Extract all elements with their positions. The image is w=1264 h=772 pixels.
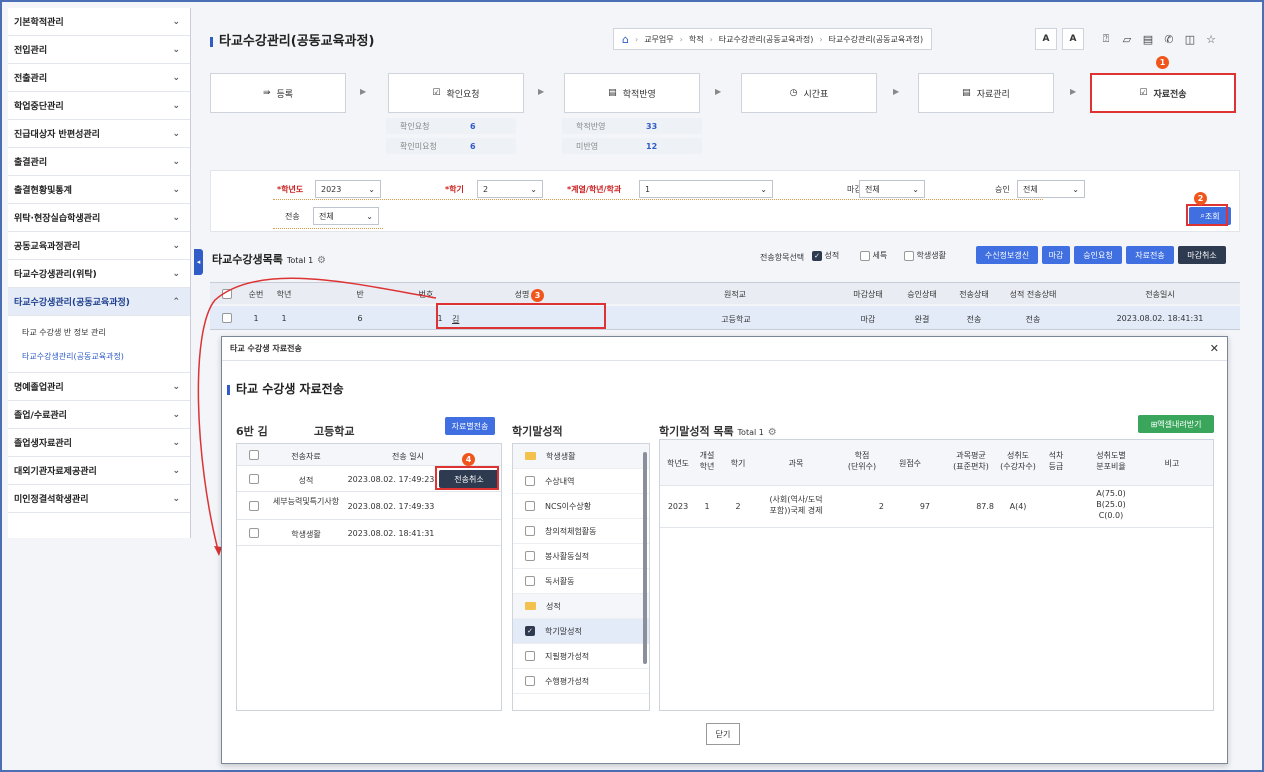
cell-term: 2 <box>735 502 741 511</box>
cell-achieve: A(4) <box>1009 502 1027 511</box>
col-header: 원점수 <box>898 459 922 468</box>
tree-item-selected[interactable]: ✓ 학기말성적 <box>513 619 649 644</box>
student-class: 6반 김 <box>236 425 268 438</box>
col-header: 과목평균 (표준편차) <box>953 451 989 471</box>
col-header: 과목 <box>788 459 804 468</box>
data-tree-panel: 학생생활 수상내역 NCS이수상황 창의적체험활동 봉사활동실적 독서활동 성적… <box>512 443 650 711</box>
col-header: 학기 <box>730 459 746 468</box>
cell-name: 학생생활 <box>291 530 321 539</box>
excel-icon: ⊞ <box>1150 419 1158 429</box>
modal-header: 타교 수강생 자료전송 ✕ <box>222 337 1227 361</box>
row-checkbox[interactable] <box>249 501 259 511</box>
cell-subject: (사회(역사/도덕 포함))국제 경제 <box>769 495 823 515</box>
scrollbar[interactable] <box>643 452 647 664</box>
cell-score: 97 <box>919 502 930 511</box>
table-row[interactable]: 2023 1 2 (사회(역사/도덕 포함))국제 경제 2 97 87.8 A… <box>660 486 1213 528</box>
excel-download-button[interactable]: ⊞ 엑셀내려받기 <box>1138 415 1214 433</box>
tree-item[interactable]: 지필평가성적 <box>513 644 649 669</box>
checkbox[interactable] <box>525 676 535 686</box>
cell-name: 성적 <box>298 476 314 485</box>
tree-item[interactable]: 수행평가성적 <box>513 669 649 694</box>
list-item[interactable]: 세부능력및특기사항 2023.08.02. 17:49:33 <box>237 492 501 520</box>
mid-title: 학기말성적 <box>512 425 563 438</box>
data-send-modal: 타교 수강생 자료전송 ✕ 타교 수강생 자료전송 6반 김 고등학교 자료별전송… <box>221 336 1228 764</box>
folder-icon <box>525 452 536 460</box>
close-icon[interactable]: ✕ <box>1210 342 1219 355</box>
col-header: 개설 학년 <box>699 451 715 471</box>
col-header: 비고 <box>1164 459 1180 468</box>
marker-badge: 4 <box>462 453 475 466</box>
list-item[interactable]: 학생생활 2023.08.02. 18:41:31 <box>237 520 501 546</box>
checkbox[interactable] <box>525 476 535 486</box>
right-title: 학기말성적 목록 Total 1 ⚙ <box>659 425 777 438</box>
select-all-checkbox[interactable] <box>249 450 259 460</box>
checkbox[interactable] <box>525 551 535 561</box>
modal-subtitle: 타교 수강생 자료전송 <box>227 380 344 397</box>
student-school: 고등학교 <box>314 425 355 438</box>
grade-grid: 학년도 개설 학년 학기 과목 학점 (단위수) 원점수 과목평균 (표준편차)… <box>659 439 1214 711</box>
cell-credit: 2 <box>878 502 884 511</box>
tree-item[interactable]: NCS이수상황 <box>513 494 649 519</box>
folder-icon <box>525 602 536 610</box>
col-header: 전송자료 <box>291 452 321 461</box>
col-header: 전송 일시 <box>392 452 424 461</box>
col-header: 성취도별 분포비율 <box>1096 451 1126 471</box>
checkbox[interactable] <box>525 651 535 661</box>
tree-item[interactable]: 창의적체험활동 <box>513 519 649 544</box>
col-header: 석차 등급 <box>1048 451 1064 471</box>
gear-icon[interactable]: ⚙ <box>768 427 777 438</box>
row-checkbox[interactable] <box>249 474 259 484</box>
checkbox[interactable] <box>525 501 535 511</box>
cell-dist: A(75.0) B(25.0) C(0.0) <box>1096 489 1126 520</box>
modal-title: 타교 수강생 자료전송 <box>230 344 302 353</box>
cell-avg: 87.8 <box>976 502 994 511</box>
tree-item[interactable]: 수상내역 <box>513 469 649 494</box>
tree-group[interactable]: 학생생활 <box>513 444 649 469</box>
row-checkbox[interactable] <box>249 528 259 538</box>
panel-header: 전송자료 전송 일시 <box>237 444 501 466</box>
cell-time: 2023.08.02. 17:49:33 <box>347 502 435 511</box>
col-header: 학년도 <box>666 459 690 468</box>
checkbox-checked[interactable]: ✓ <box>525 626 535 636</box>
tree-group[interactable]: 성적 <box>513 594 649 619</box>
cell-time: 2023.08.02. 18:41:31 <box>347 529 435 538</box>
cell-year: 2023 <box>667 502 689 511</box>
checkbox[interactable] <box>525 526 535 536</box>
cell-name: 세부능력및특기사항 <box>272 497 340 506</box>
tree-item[interactable]: 독서활동 <box>513 569 649 594</box>
send-by-data-button[interactable]: 자료별전송 <box>445 417 495 435</box>
grid-header: 학년도 개설 학년 학기 과목 학점 (단위수) 원점수 과목평균 (표준편차)… <box>660 440 1213 486</box>
modal-close-button[interactable]: 닫기 <box>706 723 740 745</box>
highlight-box <box>435 466 499 490</box>
tree-item[interactable]: 봉사활동실적 <box>513 544 649 569</box>
cell-grade: 1 <box>704 502 710 511</box>
col-header: 성취도 (수강자수) <box>1000 451 1036 471</box>
checkbox[interactable] <box>525 576 535 586</box>
cell-time: 2023.08.02. 17:49:23 <box>347 475 435 484</box>
col-header: 학점 (단위수) <box>847 451 877 471</box>
